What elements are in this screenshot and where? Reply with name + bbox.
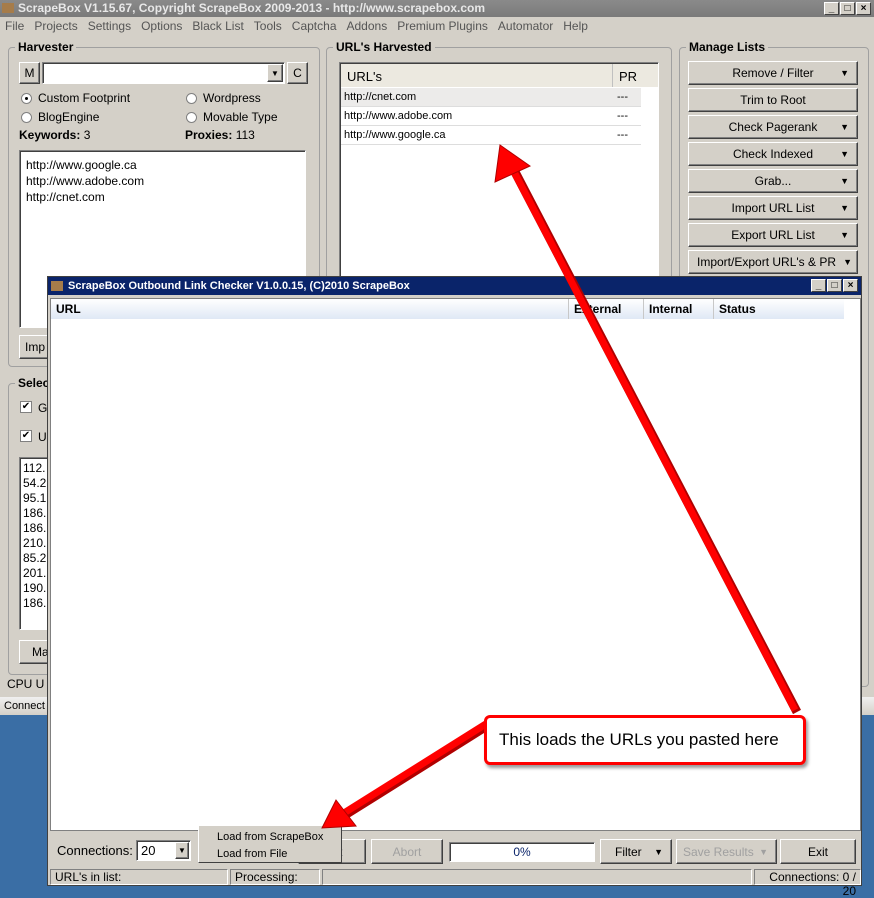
arrow-to-load-menu bbox=[321, 719, 493, 829]
callout-text: This loads the URLs you pasted here bbox=[499, 730, 779, 749]
arrow-to-url-list bbox=[494, 144, 801, 715]
callout-box: This loads the URLs you pasted here bbox=[484, 715, 806, 765]
